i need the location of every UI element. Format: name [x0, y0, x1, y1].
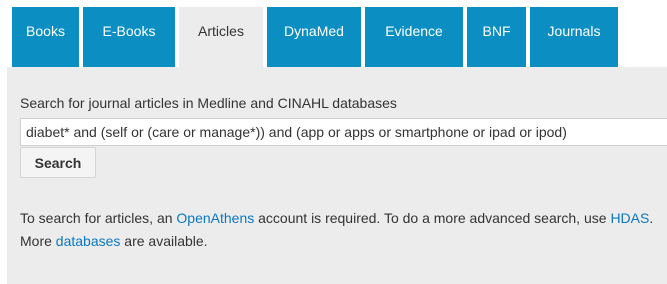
tab-e-books[interactable]: E-Books [83, 7, 175, 67]
search-button[interactable]: Search [20, 147, 96, 178]
openathens-link[interactable]: OpenAthens [176, 210, 254, 226]
hdas-link[interactable]: HDAS [610, 210, 649, 226]
articles-search-panel: Search for journal articles in Medline a… [7, 67, 667, 284]
info-text: To search for articles, an OpenAthens ac… [20, 207, 660, 253]
tab-journals[interactable]: Journals [530, 7, 618, 67]
databases-link[interactable]: databases [56, 233, 121, 249]
tab-bnf[interactable]: BNF [467, 7, 526, 67]
info-text-part: account is required. To do a more advanc… [254, 210, 611, 226]
search-input[interactable] [20, 118, 667, 146]
resource-tabs: Books E-Books Articles DynaMed Evidence … [12, 7, 618, 67]
info-text-part: are available. [120, 233, 208, 249]
tab-evidence[interactable]: Evidence [365, 7, 463, 67]
tab-books[interactable]: Books [12, 7, 79, 67]
info-text-part: To search for articles, an [20, 210, 177, 226]
tab-dynamed[interactable]: DynaMed [267, 7, 361, 67]
tab-articles[interactable]: Articles [179, 7, 263, 67]
search-label: Search for journal articles in Medline a… [20, 95, 397, 111]
